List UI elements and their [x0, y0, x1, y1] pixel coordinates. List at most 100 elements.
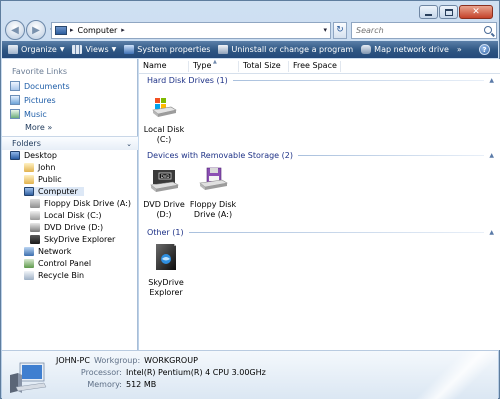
- organize-button[interactable]: Organize ▼: [8, 45, 64, 54]
- address-dropdown-icon[interactable]: ▾: [323, 26, 327, 34]
- favorite-music[interactable]: Music: [10, 109, 47, 119]
- maximize-icon: [444, 8, 453, 16]
- uninstall-program-button[interactable]: Uninstall or change a program: [218, 45, 353, 54]
- refresh-icon: ↻: [336, 25, 344, 35]
- hard-disk-icon: [152, 98, 177, 117]
- network-drive-icon: [361, 45, 372, 54]
- tree-item-floppy[interactable]: Floppy Disk Drive (A:): [30, 199, 131, 208]
- system-properties-button[interactable]: System properties: [124, 45, 210, 54]
- group-other[interactable]: Other (1) ▲: [147, 228, 494, 237]
- music-icon: [10, 109, 20, 119]
- back-button[interactable]: ◀: [5, 20, 25, 40]
- item-dvd-drive-d[interactable]: DVD DVD Drive (D:): [137, 166, 191, 220]
- computer-icon: [24, 187, 34, 196]
- group-divider: [232, 80, 485, 81]
- minimize-button[interactable]: [419, 5, 438, 19]
- tree-label: Local Disk (C:): [44, 211, 102, 220]
- folders-title: Folders: [12, 139, 41, 148]
- sort-indicator-icon: ▲: [213, 59, 217, 65]
- search-box[interactable]: [351, 21, 497, 39]
- tree-item-desktop[interactable]: Desktop: [10, 151, 57, 160]
- maximize-button[interactable]: [439, 5, 458, 19]
- caption-buttons: ✕: [419, 5, 493, 19]
- help-button[interactable]: ?: [479, 44, 490, 55]
- map-network-drive-label: Map network drive: [374, 45, 449, 54]
- hard-disk-icon: [30, 211, 40, 220]
- tree-label: Recycle Bin: [38, 271, 85, 280]
- floppy-disk-icon: [199, 167, 228, 190]
- tree-item-dvd[interactable]: DVD Drive (D:): [30, 223, 103, 232]
- item-label-line2: Explorer: [149, 288, 183, 297]
- skydrive-icon: [30, 235, 40, 244]
- item-label-line2: (D:): [156, 210, 172, 219]
- toolbar-overflow-button[interactable]: »: [457, 45, 462, 54]
- details-row-memory: Memory: 512 MB: [62, 380, 156, 389]
- overflow-label: »: [456, 45, 462, 54]
- collapse-chevron-icon: ▲: [489, 152, 494, 159]
- address-bar[interactable]: ▸ Computer ▸ ▾: [51, 21, 331, 39]
- item-local-disk-c[interactable]: Local Disk (C:): [137, 95, 191, 145]
- details-row-processor: Processor: Intel(R) Pentium(R) 4 CPU 3.0…: [62, 368, 266, 377]
- forward-button[interactable]: ▶: [26, 20, 46, 40]
- favorite-label: Documents: [24, 81, 70, 91]
- forward-arrow-icon: ▶: [32, 24, 40, 36]
- views-button[interactable]: Views ▼: [72, 45, 116, 54]
- tree-item-recycle-bin[interactable]: Recycle Bin: [24, 271, 84, 280]
- double-chevron-icon: »: [47, 123, 53, 132]
- item-label-line1: SkyDrive: [148, 278, 184, 287]
- workgroup-label: Workgroup:: [93, 356, 141, 365]
- tree-item-network[interactable]: Network: [24, 247, 71, 256]
- group-divider: [297, 155, 485, 156]
- refresh-button[interactable]: ↻: [333, 21, 347, 39]
- folders-header[interactable]: Folders ⌄: [2, 136, 138, 150]
- navigation-bar: ◀ ▶ ▾ ▸ Computer ▸ ▾ ↻: [5, 19, 497, 41]
- tree-label: DVD Drive (D:): [44, 223, 104, 232]
- favorite-documents[interactable]: Documents: [10, 81, 70, 91]
- chevron-down-icon: ▼: [111, 46, 117, 53]
- column-total-size[interactable]: Total Size: [239, 61, 289, 72]
- recycle-bin-icon: [24, 271, 34, 280]
- column-type[interactable]: ▲ Type: [189, 59, 239, 72]
- search-icon[interactable]: [484, 26, 492, 34]
- column-name[interactable]: Name: [139, 61, 189, 72]
- details-row-name: JOHN-PC Workgroup: WORKGROUP: [56, 356, 198, 365]
- group-hard-disk-drives[interactable]: Hard Disk Drives (1) ▲: [147, 76, 494, 85]
- tree-item-skydrive[interactable]: SkyDrive Explorer: [30, 235, 115, 244]
- explorer-window: ✕ ◀ ▶ ▾ ▸ Computer ▸ ▾ ↻ Organize ▼ View…: [0, 0, 500, 399]
- tree-label: Computer: [38, 187, 78, 196]
- organize-label: Organize: [21, 45, 57, 54]
- column-free-space[interactable]: Free Space: [289, 61, 341, 72]
- tree-item-local-disk[interactable]: Local Disk (C:): [30, 211, 102, 220]
- breadcrumb-separator-icon[interactable]: ▸: [70, 26, 74, 34]
- dvd-drive-icon: [30, 223, 40, 232]
- breadcrumb-arrow-icon[interactable]: ▸: [121, 26, 125, 34]
- close-button[interactable]: ✕: [459, 5, 493, 19]
- collapse-chevron-icon: ▲: [489, 229, 494, 236]
- computer-icon: [10, 362, 47, 393]
- pictures-icon: [10, 95, 20, 105]
- tree-item-control-panel[interactable]: Control Panel: [24, 259, 91, 268]
- group-divider: [188, 232, 485, 233]
- decorative-swoosh: [408, 351, 498, 399]
- group-title: Devices with Removable Storage (2): [147, 151, 293, 160]
- map-network-drive-button[interactable]: Map network drive: [361, 45, 449, 54]
- views-label: Views: [85, 45, 109, 54]
- item-floppy-drive-a[interactable]: Floppy Disk Drive (A:): [186, 166, 240, 220]
- svg-text:DVD: DVD: [161, 174, 170, 179]
- group-removable-storage[interactable]: Devices with Removable Storage (2) ▲: [147, 151, 494, 160]
- tree-item-computer[interactable]: Computer: [24, 187, 84, 196]
- tree-item-public[interactable]: Public: [24, 175, 62, 184]
- item-skydrive-explorer[interactable]: SkyDrive Explorer: [139, 242, 193, 298]
- column-type-label: Type: [193, 61, 212, 70]
- more-links[interactable]: More »: [25, 123, 52, 132]
- group-title: Other (1): [147, 228, 184, 237]
- breadcrumb-computer[interactable]: Computer: [78, 26, 118, 35]
- search-input[interactable]: [356, 25, 476, 35]
- item-label-line2: (C:): [156, 135, 172, 144]
- favorite-links-title: Favorite Links: [12, 67, 68, 76]
- tree-label: Desktop: [24, 151, 57, 160]
- item-label-line1: DVD Drive: [143, 200, 185, 209]
- favorite-pictures[interactable]: Pictures: [10, 95, 56, 105]
- tree-item-john[interactable]: John: [24, 163, 55, 172]
- favorite-label: Pictures: [24, 95, 56, 105]
